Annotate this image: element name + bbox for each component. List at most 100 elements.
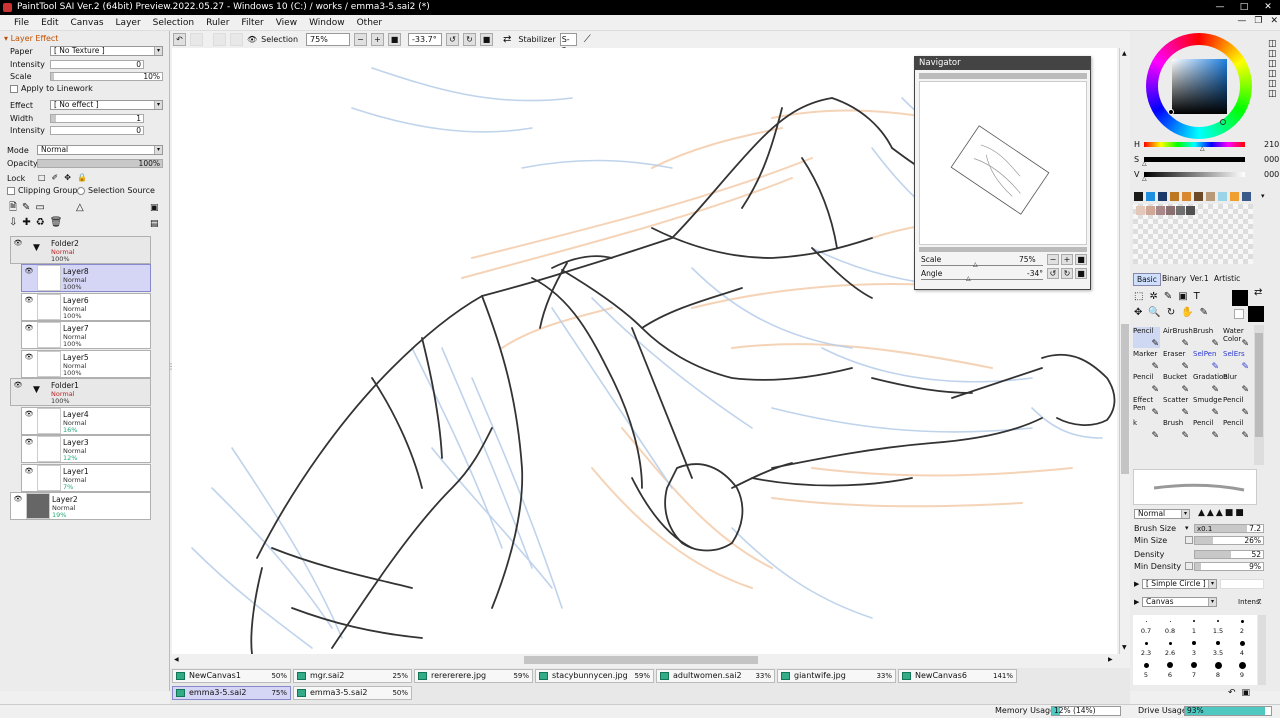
tool-preset[interactable]: Bucket ✎ [1163, 373, 1190, 395]
palette-swatch[interactable] [1218, 192, 1227, 201]
folder-mask-button[interactable]: ▤ [150, 219, 159, 229]
tool-preset[interactable]: Smudge ✎ [1193, 396, 1222, 418]
menu-selection[interactable]: Selection [147, 15, 200, 31]
tool-preset[interactable]: Gradation ✎ [1193, 373, 1228, 395]
scratch-swatch[interactable] [1176, 206, 1185, 215]
visibility-eye-icon[interactable]: 👁 [13, 495, 23, 504]
tool-preset[interactable]: Eraser ✎ [1163, 350, 1190, 372]
brush-size-dot[interactable] [1168, 641, 1172, 645]
lock-icons[interactable]: □✐✥🔒 [38, 173, 93, 183]
angle-field[interactable]: -33.7° [408, 33, 443, 46]
layer-row[interactable]: 👁 Layer4 Normal 16% [21, 407, 151, 435]
brush-size-preset[interactable]: 3.5 [1210, 649, 1226, 657]
saturation-handle[interactable]: △ [1142, 160, 1147, 167]
palette-swatch[interactable] [1230, 192, 1239, 201]
doc-restore-button[interactable]: ❐ [1254, 16, 1262, 26]
min-size-pressure-icon[interactable] [1185, 536, 1193, 544]
brush-size-preset[interactable]: 2.3 [1138, 649, 1154, 657]
tab-basic[interactable]: Basic [1133, 273, 1161, 286]
hue-handle[interactable]: △ [1200, 145, 1205, 152]
brush-size-preset[interactable]: 1 [1186, 627, 1202, 635]
tool-action-icons[interactable]: ↶▣ [1228, 688, 1256, 698]
size-presets-scrollbar[interactable] [1258, 615, 1266, 685]
palette-menu-arrow[interactable]: ▾ [1261, 192, 1265, 200]
brush-size-dot[interactable] [1217, 620, 1219, 622]
document-tab[interactable]: NewCanvas6 141% [898, 669, 1017, 683]
visibility-eye-icon[interactable]: 👁 [24, 438, 34, 447]
brush-shape-expander[interactable]: ▶ [1134, 580, 1139, 588]
tool-preset[interactable]: SelPen ✎ [1193, 350, 1220, 372]
visibility-eye-icon[interactable]: 👁 [24, 353, 34, 362]
saturation-value-square[interactable] [1172, 59, 1227, 114]
layer-row[interactable]: 👁 Layer7 Normal 100% [21, 321, 151, 349]
brush-texture-expander[interactable]: ▶ [1134, 598, 1139, 606]
selection-visibility[interactable]: 👁 [247, 35, 257, 44]
value-handle[interactable]: △ [1142, 175, 1147, 182]
nav-rotate-left-button[interactable]: ↺ [1047, 268, 1059, 279]
nav-rotate-reset-button[interactable]: ■ [1075, 268, 1087, 279]
scratch-swatch[interactable] [1146, 206, 1155, 215]
scratch-swatch[interactable] [1156, 206, 1165, 215]
nav-angle-slider[interactable] [921, 279, 1043, 280]
brush-texture-select[interactable]: Canvas ▾ [1142, 597, 1217, 607]
vertical-scrollbar[interactable]: ▲ ▼ [1119, 48, 1130, 654]
texture-intensity-value[interactable]: 7 [1257, 598, 1261, 606]
min-density-pressure-icon[interactable] [1185, 562, 1193, 570]
min-size-slider[interactable]: 26% [1194, 536, 1264, 545]
tool-preset[interactable]: k ✎ [1133, 419, 1160, 441]
visibility-eye-icon[interactable]: 👁 [24, 410, 34, 419]
secondary-color-swatch[interactable] [1248, 306, 1264, 322]
min-density-slider[interactable]: 9% [1194, 562, 1264, 571]
brush-size-dot[interactable] [1214, 661, 1222, 669]
tool-preset[interactable]: Pencil ✎ [1193, 419, 1220, 441]
visibility-eye-icon[interactable]: 👁 [13, 381, 23, 390]
invert-select-button[interactable] [230, 33, 243, 46]
visibility-eye-icon[interactable]: 👁 [13, 239, 23, 248]
transparent-color-swatch[interactable] [1234, 309, 1244, 319]
layer-row[interactable]: 👁 Layer3 Normal 12% [21, 435, 151, 463]
menu-filter[interactable]: Filter [235, 15, 269, 31]
tool-grid-scrollbar[interactable] [1254, 325, 1264, 465]
layer-action-buttons[interactable]: ⇩✚♻🗑 [9, 218, 67, 228]
layer-mask-button[interactable]: ▣ [150, 203, 159, 213]
brush-size-multiplier[interactable]: x0.1 [1197, 525, 1212, 533]
menu-layer[interactable]: Layer [110, 15, 147, 31]
brush-shape-icons[interactable]: ▲▲▲■■ [1198, 508, 1246, 518]
deselect-button[interactable] [213, 33, 226, 46]
hue-slider[interactable] [1144, 142, 1245, 147]
palette-swatch[interactable] [1182, 192, 1191, 201]
brush-shape-strength[interactable] [1220, 579, 1264, 589]
tool-preset[interactable]: Effect Pen ✎ [1133, 396, 1160, 418]
visibility-eye-icon[interactable]: 👁 [24, 324, 34, 333]
menu-edit[interactable]: Edit [35, 15, 64, 31]
intensity-slider[interactable]: 0 [50, 60, 144, 69]
value-slider[interactable] [1144, 172, 1245, 177]
scratch-swatch[interactable] [1186, 206, 1195, 215]
menu-canvas[interactable]: Canvas [65, 15, 110, 31]
document-tab[interactable]: stacybunnycen.jpg 59% [535, 669, 654, 683]
scroll-down-arrow[interactable]: ▼ [1122, 644, 1127, 651]
tab-binary[interactable]: Binary [1159, 273, 1189, 284]
menu-window[interactable]: Window [303, 15, 351, 31]
layer-folder[interactable]: 👁 ▼ Folder1 Normal 100% [10, 378, 151, 406]
tool-preset[interactable]: Water Color ✎ [1223, 327, 1250, 349]
zoom-in-button[interactable]: + [371, 33, 385, 46]
tool-preset[interactable]: Pencil ✎ [1223, 419, 1250, 441]
brush-size-dot[interactable] [1145, 620, 1147, 622]
horizontal-scroll-thumb[interactable] [524, 656, 758, 664]
brush-size-dot[interactable] [1238, 661, 1246, 669]
minimize-button[interactable]: — [1210, 1, 1230, 14]
effect-intensity-slider[interactable]: 0 [50, 126, 144, 135]
layer-row[interactable]: 👁 Layer2 Normal 19% [10, 492, 151, 520]
tab-artistic[interactable]: Artistic [1211, 273, 1243, 284]
selection-source-checkbox[interactable]: Selection Source [77, 186, 155, 196]
brush-size-preset[interactable]: 2 [1234, 627, 1250, 635]
brush-size-dot[interactable] [1169, 620, 1171, 622]
doc-close-button[interactable]: ✕ [1270, 16, 1278, 26]
selection-tool-icons[interactable]: ⬚✲✎▣T [1134, 289, 1206, 305]
palette-swatch[interactable] [1146, 192, 1155, 201]
navigator-preview[interactable] [919, 81, 1087, 245]
visibility-eye-icon[interactable]: 👁 [24, 467, 34, 476]
document-tab[interactable]: mgr.sai2 25% [293, 669, 412, 683]
brush-shape-select[interactable]: [ Simple Circle ] ▾ [1142, 579, 1217, 589]
